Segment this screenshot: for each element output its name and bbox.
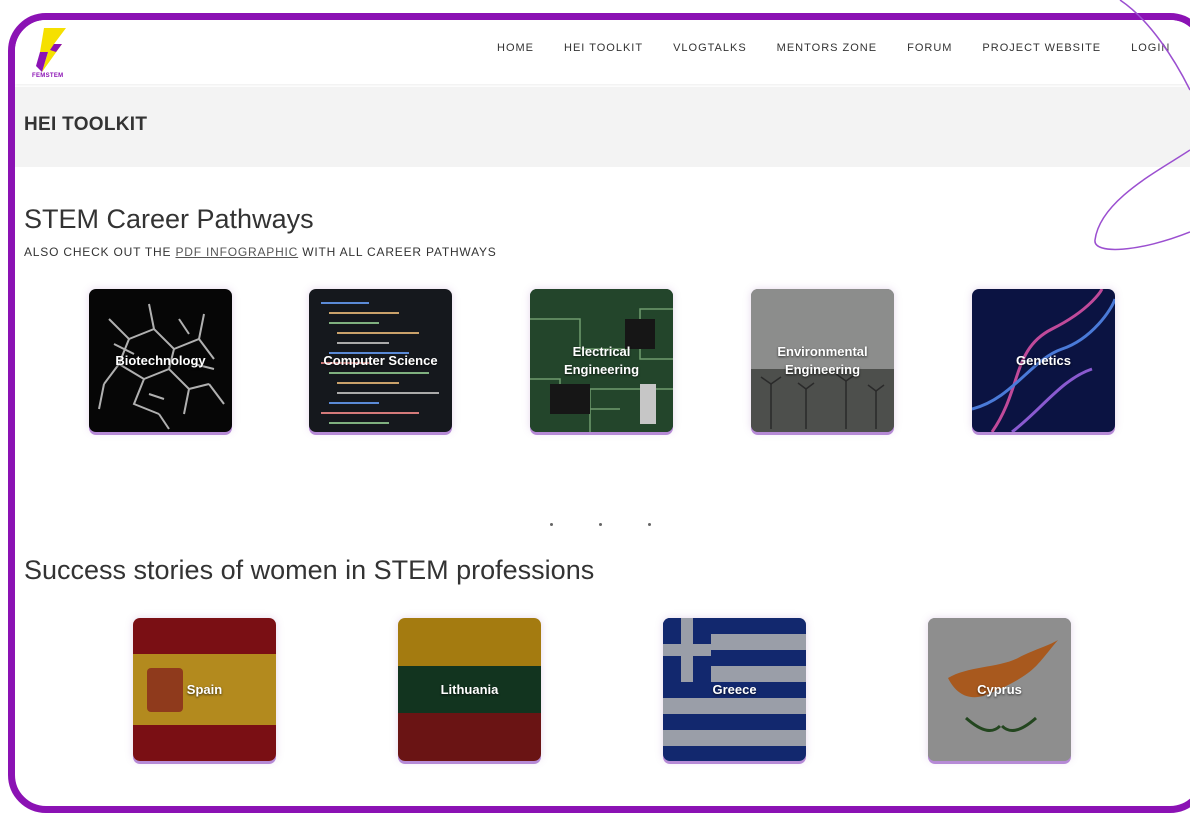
subtitle-prefix: ALSO CHECK OUT THE [24, 245, 176, 259]
nav-home[interactable]: HOME [497, 42, 534, 54]
card-spain[interactable]: Spain [133, 618, 276, 761]
card-environmental-engineering[interactable]: Environmental Engineering [751, 289, 894, 432]
femstem-logo[interactable] [32, 26, 72, 78]
card-label-environmental-engineering: Environmental Engineering [777, 343, 868, 377]
card-label-genetics: Genetics [1016, 352, 1071, 368]
card-greece[interactable]: Greece [663, 618, 806, 761]
page-header-bar: HEI TOOLKIT [15, 87, 1190, 167]
card-label-lithuania: Lithuania [440, 681, 499, 697]
page-title: HEI TOOLKIT [24, 114, 148, 135]
pdf-infographic-link[interactable]: PDF INFOGRAPHIC [175, 245, 298, 259]
card-cyprus[interactable]: Cyprus [928, 618, 1071, 761]
card-label-greece: Greece [712, 681, 757, 697]
carousel-dot[interactable] [648, 523, 651, 526]
card-computer-science[interactable]: Computer Science [309, 289, 452, 432]
carousel-dots [550, 523, 651, 526]
card-lithuania[interactable]: Lithuania [398, 618, 541, 761]
card-label-computer-science: Computer Science [323, 352, 438, 368]
carousel-dot[interactable] [599, 523, 602, 526]
card-label-biotechnology: Biotechnology [115, 352, 206, 368]
card-label-spain: Spain [186, 681, 223, 697]
top-navbar: FEMSTEM HOME HEI TOOLKIT VLOGTALKS MENTO… [15, 20, 1190, 84]
nav-forum[interactable]: FORUM [907, 42, 952, 54]
nav-mentors-zone[interactable]: MENTORS ZONE [777, 42, 877, 54]
card-genetics[interactable]: Genetics [972, 289, 1115, 432]
nav-vlogtalks[interactable]: VLOGTALKS [673, 42, 747, 54]
main-menu: HOME HEI TOOLKIT VLOGTALKS MENTORS ZONE … [497, 42, 1170, 54]
subtitle-suffix: WITH ALL CAREER PATHWAYS [298, 245, 497, 259]
logo-text: FEMSTEM [32, 73, 64, 79]
carousel-dot[interactable] [550, 523, 553, 526]
card-label-cyprus: Cyprus [977, 681, 1022, 697]
stem-subtitle: ALSO CHECK OUT THE PDF INFOGRAPHIC WITH … [24, 245, 497, 259]
success-section-title: Success stories of women in STEM profess… [24, 555, 595, 585]
browser-frame: FEMSTEM HOME HEI TOOLKIT VLOGTALKS MENTO… [8, 13, 1190, 813]
card-electrical-engineering[interactable]: Electrical Engineering [530, 289, 673, 432]
nav-hei-toolkit[interactable]: HEI TOOLKIT [564, 42, 643, 54]
nav-login[interactable]: LOGIN [1131, 42, 1170, 54]
card-biotechnology[interactable]: Biotechnology [89, 289, 232, 432]
card-label-electrical-engineering: Electrical Engineering [563, 343, 640, 377]
nav-project-website[interactable]: PROJECT WEBSITE [982, 42, 1101, 54]
stem-section-title: STEM Career Pathways [24, 204, 314, 234]
